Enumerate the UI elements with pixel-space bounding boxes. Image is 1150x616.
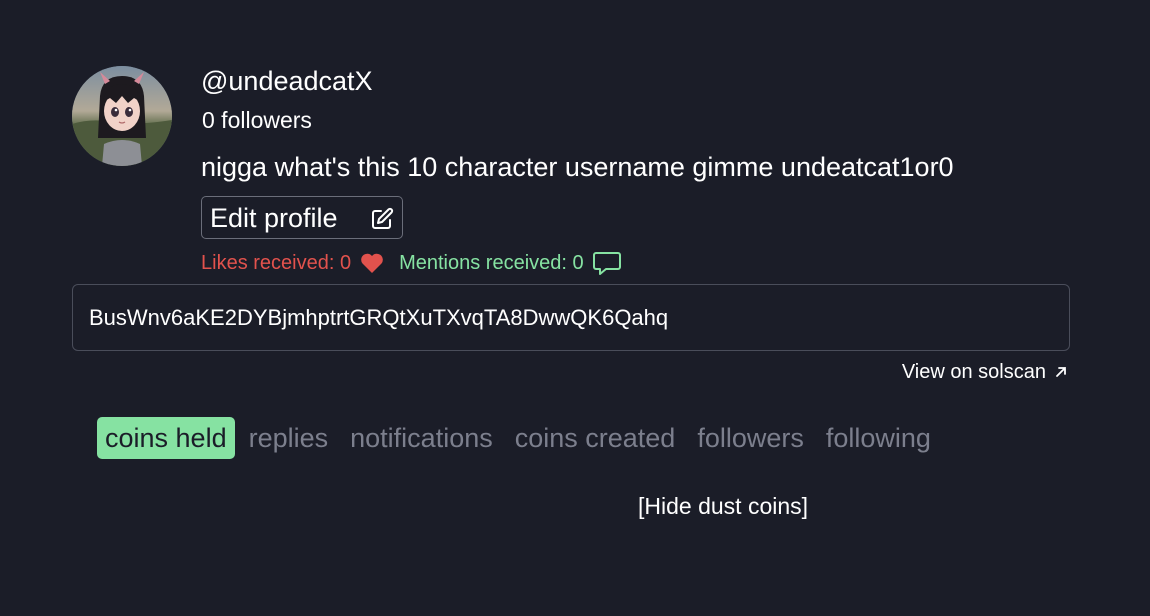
edit-profile-label: Edit profile (210, 202, 338, 233)
heart-icon (361, 253, 383, 273)
tab-coins-created[interactable]: coins created (507, 417, 684, 459)
likes-received: Likes received: 0 (201, 251, 385, 275)
chat-bubble-icon (592, 252, 621, 275)
tab-replies[interactable]: replies (241, 417, 337, 459)
mentions-received: Mentions received: 0 (399, 250, 622, 276)
avatar-image (72, 66, 172, 166)
edit-profile-button[interactable]: Edit profile (201, 196, 403, 239)
edit-square-icon (372, 207, 394, 229)
stats-row: Likes received: 0 Mentions received: 0 (201, 249, 622, 277)
arrow-up-right-icon (1056, 367, 1066, 377)
hide-dust-coins-toggle[interactable]: [Hide dust coins] (638, 491, 808, 521)
username: @undeadcatX (201, 66, 373, 96)
bio-text: nigga what's this 10 character username … (201, 152, 954, 182)
tab-followers[interactable]: followers (689, 417, 812, 459)
wallet-address: BusWnv6aKE2DYBjmhptrtGRQtXuTXvqTA8DwwQK6… (89, 304, 669, 330)
view-on-solscan-link[interactable]: View on solscan (902, 359, 1068, 385)
mentions-received-label: Mentions received: 0 (399, 251, 584, 274)
wallet-address-field[interactable]: BusWnv6aKE2DYBjmhptrtGRQtXuTXvqTA8DwwQK6… (72, 284, 1070, 351)
profile-page: @undeadcatX 0 followers nigga what's thi… (0, 0, 1150, 616)
tab-following[interactable]: following (818, 417, 939, 459)
view-on-solscan-label: View on solscan (901, 361, 1046, 383)
followers-count[interactable]: 0 followers (202, 106, 312, 134)
profile-tabs: coins held replies notifications coins c… (97, 417, 945, 459)
tab-coins-held[interactable]: coins held (97, 417, 235, 459)
likes-received-label: Likes received: 0 (201, 251, 352, 274)
avatar[interactable] (72, 66, 172, 166)
tab-notifications[interactable]: notifications (342, 417, 501, 459)
